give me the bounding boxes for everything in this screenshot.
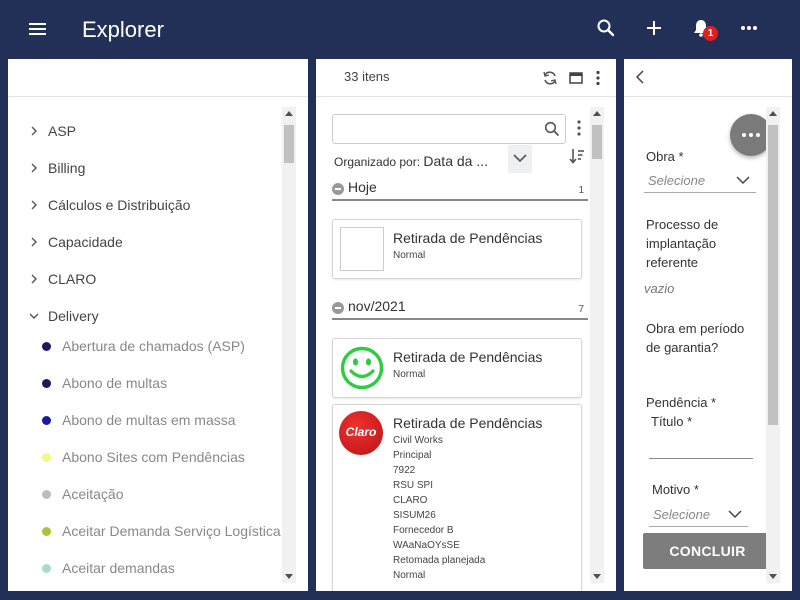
motivo-label: Motivo * — [652, 482, 699, 497]
form-scrollbar[interactable] — [766, 107, 780, 583]
scroll-thumb[interactable] — [768, 125, 778, 425]
concluir-button[interactable]: CONCLUIR — [643, 533, 772, 569]
scroll-thumb[interactable] — [592, 125, 602, 159]
group-header-hoje[interactable]: Hoje 1 — [332, 179, 588, 201]
scroll-up-arrow-icon[interactable] — [285, 111, 293, 116]
folder-tree-panel: ASP Billing Cálculos e Distribuição Capa… — [8, 59, 308, 591]
search-options-icon[interactable] — [573, 119, 585, 137]
color-dot — [42, 453, 51, 462]
scroll-up-arrow-icon[interactable] — [769, 111, 777, 116]
item-count: 33 itens — [344, 69, 390, 84]
color-dot — [42, 416, 51, 425]
titulo-input[interactable] — [649, 437, 753, 459]
window-icon[interactable] — [567, 69, 585, 87]
garantia-label: Obra em período de garantia? — [646, 321, 745, 355]
color-dot — [42, 527, 51, 536]
group-header-nov-2021[interactable]: nov/2021 7 — [332, 298, 588, 320]
list-panel-header: 33 itens — [316, 59, 616, 97]
claro-logo: Claro — [339, 411, 383, 455]
chevron-down-icon — [728, 510, 742, 519]
chevron-down-icon — [29, 313, 39, 319]
item-list-panel: 33 itens Organizado por: Data da ... Hoj… — [316, 59, 616, 591]
processo-label: Processo de implantação referente — [646, 217, 719, 270]
scroll-up-arrow-icon[interactable] — [593, 111, 601, 116]
scroll-down-arrow-icon[interactable] — [769, 574, 777, 579]
sort-direction-icon[interactable] — [568, 147, 586, 165]
color-dot — [42, 490, 51, 499]
app-title: Explorer — [82, 17, 164, 42]
chevron-right-icon — [31, 163, 37, 173]
notification-bell-icon[interactable]: 1 — [692, 18, 718, 42]
motivo-select[interactable]: Selecione — [649, 501, 748, 527]
form-panel: Obra * Selecione Processo de implantação… — [624, 59, 792, 591]
processo-value: vazio — [644, 281, 675, 296]
chevron-right-icon — [31, 200, 37, 210]
chevron-right-icon — [31, 274, 37, 284]
notification-badge: 1 — [703, 26, 718, 41]
search-icon[interactable] — [596, 18, 620, 42]
chevron-down-icon — [736, 176, 750, 185]
color-dot — [42, 342, 51, 351]
color-dot — [42, 564, 51, 573]
list-item-card[interactable]: Claro Retirada de Pendências Civil Works… — [332, 404, 582, 591]
more-vertical-icon[interactable] — [589, 69, 607, 87]
tree-scrollbar[interactable] — [282, 107, 296, 583]
more-options-icon[interactable] — [739, 18, 763, 42]
list-item-card[interactable]: Retirada de Pendências Normal — [332, 338, 582, 398]
search-input[interactable] — [339, 119, 529, 139]
list-scrollbar[interactable] — [590, 107, 604, 583]
top-bar: Explorer 1 — [0, 0, 800, 58]
back-arrow-icon[interactable] — [634, 69, 646, 85]
obra-select[interactable]: Selecione — [644, 167, 756, 193]
refresh-icon[interactable] — [541, 69, 559, 87]
scroll-thumb[interactable] — [284, 125, 294, 163]
collapse-icon — [332, 183, 344, 195]
sort-value: Data da ... — [423, 153, 488, 169]
list-item-card[interactable]: Retirada de Pendências Normal — [332, 219, 582, 279]
chevron-down-icon — [513, 154, 527, 163]
pendencia-label: Pendência * — [646, 395, 717, 410]
smiley-face-icon — [340, 346, 384, 390]
titulo-label: Título * — [651, 414, 693, 429]
tree-panel-header — [8, 59, 308, 97]
collapse-icon — [332, 302, 344, 314]
scroll-down-arrow-icon[interactable] — [593, 574, 601, 579]
sort-dropdown[interactable] — [508, 145, 532, 173]
obra-label: Obra * — [646, 149, 684, 164]
item-thumbnail — [340, 227, 384, 271]
chevron-right-icon — [31, 126, 37, 136]
color-dot — [42, 379, 51, 388]
chevron-right-icon — [31, 237, 37, 247]
form-panel-header — [624, 59, 792, 97]
list-search-box — [332, 114, 566, 144]
add-icon[interactable] — [644, 18, 668, 42]
scroll-down-arrow-icon[interactable] — [285, 574, 293, 579]
search-icon[interactable] — [544, 121, 560, 137]
hamburger-menu-icon[interactable] — [28, 20, 48, 38]
sort-by-label: Organizado por: Data da ... — [334, 153, 488, 169]
